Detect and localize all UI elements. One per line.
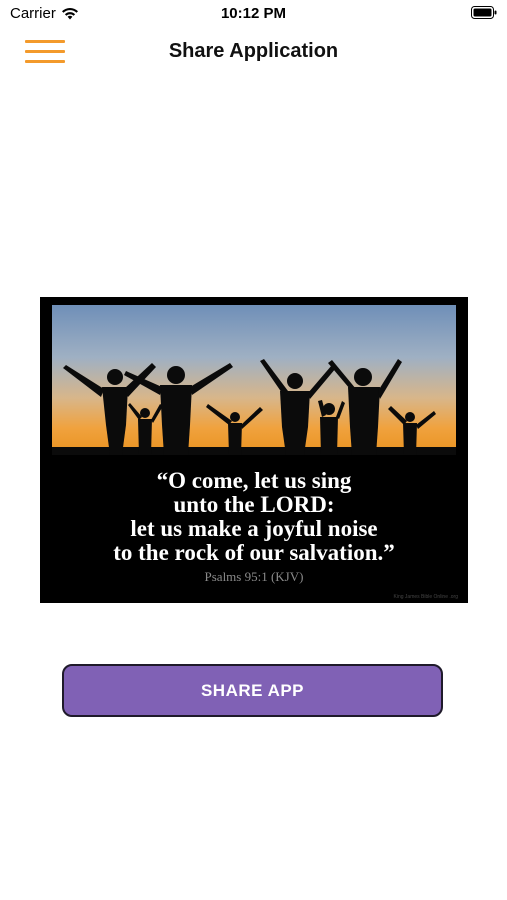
watermark: King James Bible Online .org [393,594,458,600]
status-time: 10:12 PM [220,5,287,22]
verse-line: “O come, let us sing [156,468,352,493]
status-bar: Carrier 10:12 PM [0,0,507,28]
verse-reference: Psalms 95:1 (KJV) [204,569,304,584]
navigation-bar: Share Application [0,28,507,78]
worship-silhouette-illustration [52,305,456,455]
battery-icon [471,6,497,19]
verse-line: to the rock of our salvation.” [113,540,395,565]
bible-verse-image: “O come, let us sing unto the LORD: let … [40,297,468,603]
share-app-button[interactable]: SHARE APP [62,664,443,717]
page-title: Share Application [168,40,339,62]
verse-line: unto the LORD: [173,492,335,517]
share-application-screen: Carrier 10:12 PM Share Application “O co… [0,0,507,900]
verse-line: let us make a joyful noise [130,516,378,541]
verse-text: “O come, let us sing unto the LORD: let … [40,469,468,565]
